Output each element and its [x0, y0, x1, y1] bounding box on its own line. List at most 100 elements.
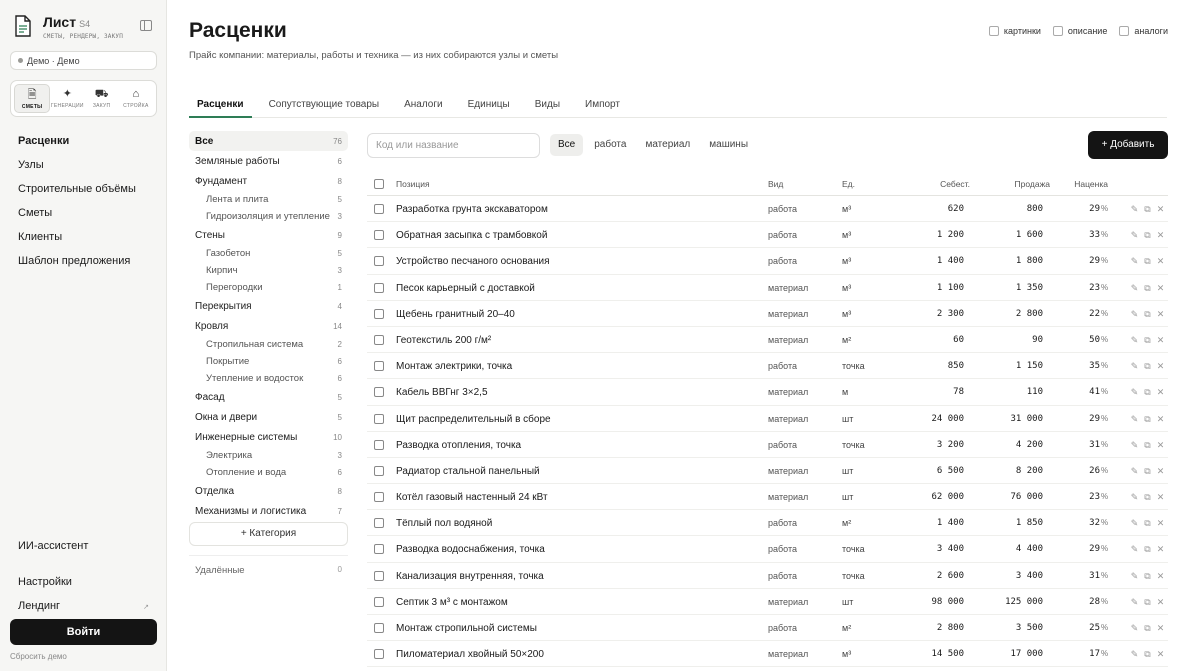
- row-checkbox[interactable]: [374, 623, 384, 636]
- category-item[interactable]: Электрика 3: [189, 447, 348, 464]
- delete-icon[interactable]: ✕: [1154, 309, 1167, 320]
- category-item[interactable]: Окна и двери 5: [189, 407, 348, 427]
- col-name[interactable]: Позиция: [396, 179, 430, 189]
- toggle-images[interactable]: картинки: [988, 26, 1041, 36]
- table-row[interactable]: Разводка водоснабжения, точка работа точка…: [367, 536, 1168, 563]
- copy-icon[interactable]: ⧉: [1141, 544, 1154, 555]
- table-row[interactable]: Щит распределительный в сборе материал шт 2…: [367, 406, 1168, 432]
- category-item[interactable]: Фасад 5: [189, 387, 348, 407]
- edit-icon[interactable]: ✎: [1128, 597, 1141, 608]
- table-row[interactable]: Обратная засыпка с трамбовкой работа м³ 1 2…: [367, 222, 1168, 249]
- delete-icon[interactable]: ✕: [1154, 256, 1167, 267]
- category-item[interactable]: Гидроизоляция и утепление 3: [189, 208, 348, 225]
- filter-material[interactable]: материал: [637, 134, 698, 156]
- reset-demo-link[interactable]: Сбросить демо: [10, 652, 67, 661]
- category-item[interactable]: Инженерные системы 10: [189, 427, 348, 447]
- delete-icon[interactable]: ✕: [1154, 204, 1167, 215]
- checkbox[interactable]: [988, 26, 999, 36]
- edit-icon[interactable]: ✎: [1128, 544, 1141, 555]
- edit-icon[interactable]: ✎: [1128, 309, 1141, 320]
- delete-icon[interactable]: ✕: [1154, 492, 1167, 503]
- copy-icon[interactable]: ⧉: [1141, 204, 1154, 215]
- table-row[interactable]: Тёплый пол водяной работа м² 1 400 1 850 32% ✎…: [367, 510, 1168, 537]
- mode-smety[interactable]: 🗎 СМЕТЫ: [14, 84, 51, 113]
- delete-icon[interactable]: ✕: [1154, 335, 1167, 346]
- row-checkbox[interactable]: [374, 596, 384, 610]
- table-row[interactable]: Устройство песчаного основания работа м³ 1 …: [367, 248, 1168, 275]
- row-checkbox[interactable]: [374, 308, 384, 322]
- delete-icon[interactable]: ✕: [1154, 466, 1167, 477]
- col-sale[interactable]: Продажа: [1015, 179, 1050, 189]
- table-row[interactable]: Котёл газовый настенный 24 кВт материал шт…: [367, 484, 1168, 511]
- col-unit[interactable]: Ед.: [842, 179, 855, 189]
- delete-icon[interactable]: ✕: [1154, 544, 1167, 555]
- copy-icon[interactable]: ⧉: [1141, 414, 1154, 425]
- table-row[interactable]: Щебень гранитный 20–40 материал м³ 2 300 2 8…: [367, 301, 1168, 327]
- table-row[interactable]: Разработка грунта экскаватором работа м³ 62…: [367, 196, 1168, 223]
- category-item[interactable]: Газобетон 5: [189, 245, 348, 262]
- brand[interactable]: Лист S4 СМЕТЫ, РЕНДЕРЫ, ЗАКУП: [14, 15, 123, 40]
- edit-icon[interactable]: ✎: [1128, 204, 1141, 215]
- edit-icon[interactable]: ✎: [1128, 414, 1141, 425]
- edit-icon[interactable]: ✎: [1128, 466, 1141, 477]
- row-checkbox[interactable]: [374, 256, 384, 269]
- copy-icon[interactable]: ⧉: [1141, 309, 1154, 320]
- copy-icon[interactable]: ⧉: [1141, 283, 1154, 294]
- tab-analogs[interactable]: Аналоги: [396, 98, 451, 118]
- deleted-category[interactable]: Удалённые 0: [189, 555, 348, 576]
- category-item[interactable]: Земляные работы 6: [189, 151, 348, 171]
- delete-icon[interactable]: ✕: [1154, 414, 1167, 425]
- settings-link[interactable]: Настройки: [10, 576, 157, 600]
- copy-icon[interactable]: ⧉: [1141, 230, 1154, 241]
- row-checkbox[interactable]: [374, 492, 384, 505]
- copy-icon[interactable]: ⧉: [1141, 387, 1154, 398]
- workspace-switcher[interactable]: Демо · Демо: [10, 51, 157, 70]
- table-row[interactable]: Разводка отопления, точка работа точка 3 20…: [367, 432, 1168, 458]
- category-item[interactable]: Лента и плита 5: [189, 191, 348, 208]
- category-item[interactable]: Отделка 8: [189, 481, 348, 501]
- table-row[interactable]: Септик 3 м³ с монтажом материал шт 98 000 12…: [367, 589, 1168, 615]
- toggle-description[interactable]: описание: [1052, 26, 1107, 36]
- filter-work[interactable]: работа: [586, 134, 634, 156]
- checkbox[interactable]: [1119, 26, 1130, 36]
- select-all-checkbox[interactable]: [374, 179, 384, 191]
- edit-icon[interactable]: ✎: [1128, 492, 1141, 503]
- tab-import[interactable]: Импорт: [577, 98, 628, 118]
- copy-icon[interactable]: ⧉: [1141, 440, 1154, 451]
- table-row[interactable]: Монтаж электрики, точка работа точка 850 1 1…: [367, 353, 1168, 380]
- delete-icon[interactable]: ✕: [1154, 649, 1167, 660]
- mode-generacii[interactable]: ✦ ГЕНЕРАЦИИ: [50, 84, 84, 113]
- tab-related-goods[interactable]: Сопутствующие товары: [261, 98, 388, 118]
- copy-icon[interactable]: ⧉: [1141, 256, 1154, 267]
- edit-icon[interactable]: ✎: [1128, 361, 1141, 372]
- table-row[interactable]: Геотекстиль 200 г/м² материал м² 60 90 50% ✎ ⧉ ✕: [367, 327, 1168, 354]
- edit-icon[interactable]: ✎: [1128, 387, 1141, 398]
- row-checkbox[interactable]: [374, 570, 384, 584]
- nav-item-clients[interactable]: Клиенты: [10, 225, 157, 249]
- mode-zakup[interactable]: ⛟ ЗАКУП: [85, 84, 119, 113]
- table-row[interactable]: Радиатор стальной панельный материал шт 6 5…: [367, 458, 1168, 485]
- checkbox[interactable]: [1052, 26, 1063, 36]
- tab-units[interactable]: Единицы: [460, 98, 518, 118]
- category-item[interactable]: Стены 9: [189, 225, 348, 245]
- table-row[interactable]: Кабель ВВГнг 3×2,5 материал м 78 110 41% ✎ ⧉ ✕: [367, 379, 1168, 406]
- edit-icon[interactable]: ✎: [1128, 256, 1141, 267]
- row-checkbox[interactable]: [374, 465, 384, 479]
- edit-icon[interactable]: ✎: [1128, 335, 1141, 346]
- category-item[interactable]: Стропильная система 2: [189, 336, 348, 353]
- category-item[interactable]: Механизмы и логистика 7: [189, 501, 348, 521]
- filter-all[interactable]: Все: [550, 134, 584, 156]
- copy-icon[interactable]: ⧉: [1141, 518, 1154, 529]
- category-item[interactable]: Кирпич 3: [189, 262, 348, 279]
- row-checkbox[interactable]: [374, 204, 384, 217]
- row-checkbox[interactable]: [374, 518, 384, 531]
- add-category-button[interactable]: + Категория: [189, 522, 348, 546]
- delete-icon[interactable]: ✕: [1154, 597, 1167, 608]
- col-markup[interactable]: Наценка: [1074, 179, 1108, 189]
- mode-stroyka[interactable]: ⌂ СТРОЙКА: [119, 84, 153, 113]
- edit-icon[interactable]: ✎: [1128, 283, 1141, 294]
- copy-icon[interactable]: ⧉: [1141, 571, 1154, 582]
- ai-assistant-link[interactable]: ИИ-ассистент: [18, 540, 88, 552]
- filter-machines[interactable]: машины: [701, 134, 756, 156]
- row-checkbox[interactable]: [374, 544, 384, 557]
